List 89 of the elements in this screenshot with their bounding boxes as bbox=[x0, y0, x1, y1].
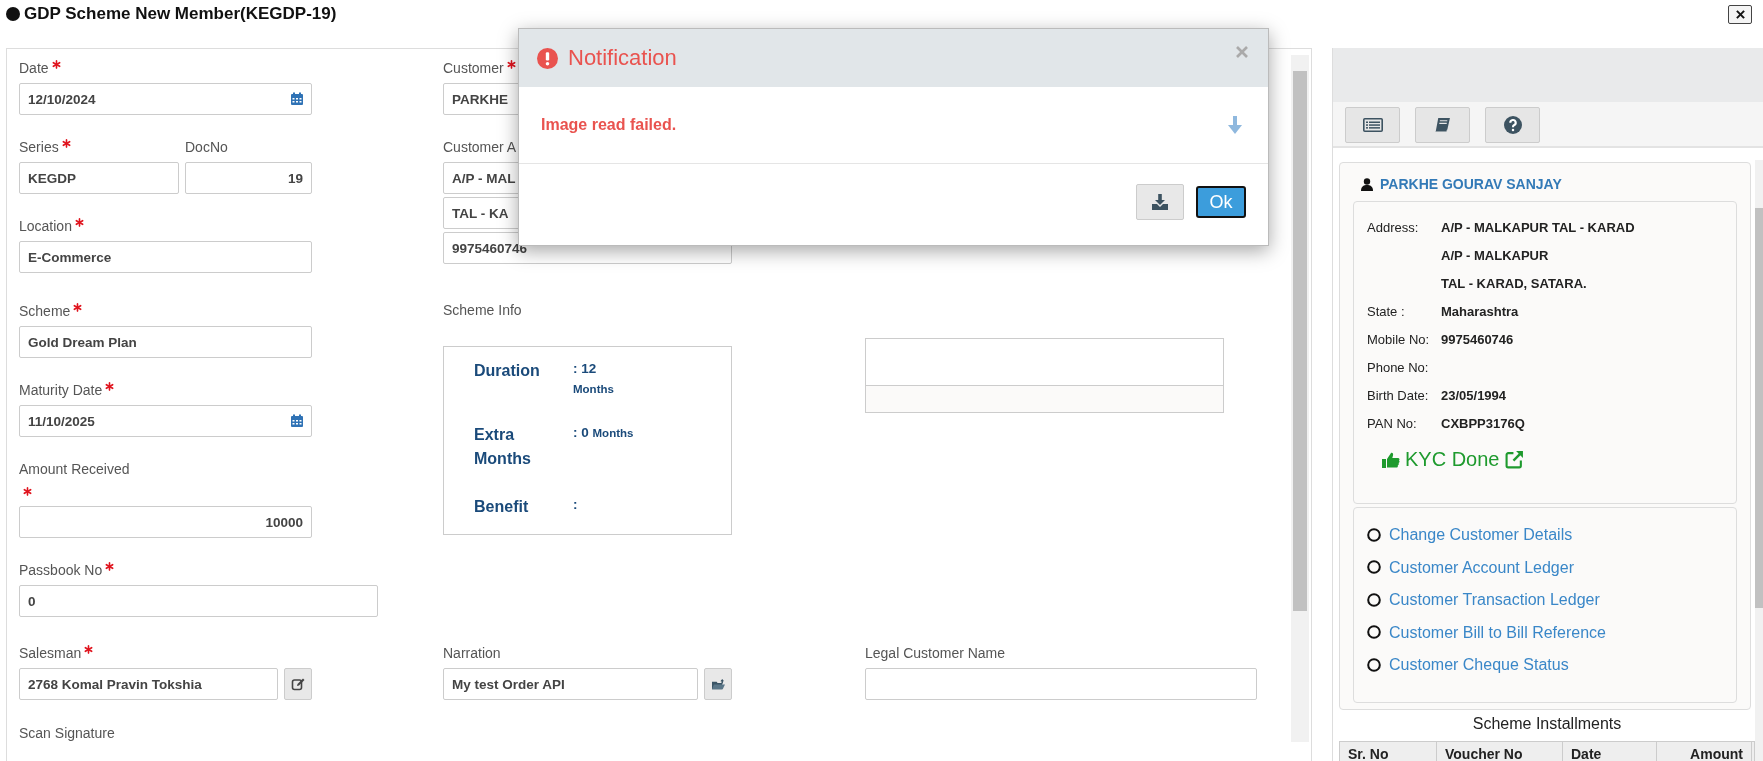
narration-field[interactable]: My test Order API bbox=[443, 668, 698, 700]
field-label: Passbook No bbox=[19, 561, 103, 580]
field-label: Customer A bbox=[443, 138, 517, 157]
customer-link[interactable]: Customer Account Ledger bbox=[1389, 554, 1574, 580]
dialog-title: Notification bbox=[568, 45, 678, 71]
folder-button[interactable] bbox=[704, 668, 732, 700]
field-label: Salesman bbox=[19, 644, 82, 663]
detail-label: Address: bbox=[1367, 219, 1420, 237]
customer-link[interactable]: Customer Bill to Bill Reference bbox=[1389, 619, 1606, 645]
book-button[interactable] bbox=[1415, 107, 1470, 143]
circle-icon bbox=[1367, 527, 1381, 542]
download-button[interactable] bbox=[1136, 184, 1184, 220]
close-button[interactable] bbox=[1728, 4, 1752, 24]
scrollbar[interactable] bbox=[1755, 160, 1763, 761]
close-icon bbox=[1236, 45, 1248, 58]
kyc-status: KYC Done bbox=[1405, 448, 1500, 471]
warning-icon bbox=[537, 47, 558, 69]
customer-link[interactable]: Customer Transaction Ledger bbox=[1389, 587, 1600, 613]
info-value: : 0 Months bbox=[573, 424, 635, 442]
edit-icon bbox=[291, 677, 305, 691]
detail-value: A/P - MALKAPUR TAL - KARAD bbox=[1441, 219, 1635, 237]
field-label: Customer bbox=[443, 59, 504, 78]
legal-name-field[interactable] bbox=[865, 668, 1257, 700]
circle-icon bbox=[1367, 625, 1381, 640]
detail-label: Mobile No: bbox=[1367, 331, 1431, 349]
field-label: Amount Received bbox=[19, 460, 130, 479]
detail-label: Birth Date: bbox=[1367, 387, 1430, 405]
scheme-field[interactable]: Gold Dream Plan bbox=[19, 326, 312, 358]
amount-field[interactable]: 10000 bbox=[19, 506, 312, 538]
salesman-field[interactable]: 2768 Komal Pravin Tokshia bbox=[19, 668, 278, 700]
list-button[interactable] bbox=[1345, 107, 1400, 143]
info-value: : bbox=[573, 496, 579, 514]
column-header: Amount bbox=[1657, 742, 1752, 761]
detail-label: Phone No: bbox=[1367, 359, 1430, 377]
series-field[interactable]: KEGDP bbox=[19, 162, 179, 194]
thumbs-up-icon bbox=[1382, 451, 1400, 468]
field-label: Narration bbox=[443, 644, 501, 663]
detail-value: 9975460746 bbox=[1441, 331, 1514, 349]
customer-link[interactable]: Change Customer Details bbox=[1389, 522, 1573, 548]
help-button[interactable] bbox=[1485, 107, 1540, 143]
maturity-date-field[interactable]: 11/10/2025 bbox=[19, 405, 312, 437]
person-icon bbox=[1361, 177, 1373, 191]
field-label: Scan Signature bbox=[19, 725, 115, 741]
book-icon bbox=[1434, 116, 1451, 134]
detail-value: CXBPP3176Q bbox=[1441, 415, 1525, 433]
circle-icon bbox=[1367, 657, 1381, 672]
error-message: Image read failed. bbox=[541, 116, 678, 134]
detail-label: State : bbox=[1367, 303, 1406, 321]
location-field[interactable]: E-Commerce bbox=[19, 241, 312, 273]
info-label: Duration bbox=[474, 361, 541, 381]
scrollbar[interactable] bbox=[1291, 55, 1309, 742]
detail-value: Maharashtra bbox=[1441, 303, 1519, 321]
date-field[interactable]: 12/10/2024 bbox=[19, 83, 312, 115]
edit-button[interactable] bbox=[284, 668, 312, 700]
customer-link[interactable]: Customer Cheque Status bbox=[1389, 652, 1569, 678]
circle-icon bbox=[1367, 592, 1381, 607]
download-icon bbox=[1152, 194, 1168, 210]
detail-value: 23/05/1994 bbox=[1441, 387, 1507, 405]
column-header: Voucher No bbox=[1437, 742, 1563, 761]
customer-name[interactable]: PARKHE GOURAV SANJAY bbox=[1380, 176, 1562, 192]
circle-icon bbox=[1367, 560, 1381, 575]
window-title: GDP Scheme New Member(KEGDP-19) bbox=[24, 4, 338, 24]
external-link-icon[interactable] bbox=[1504, 450, 1524, 469]
field-label: Legal Customer Name bbox=[865, 644, 1006, 663]
info-value: : 12 Months bbox=[573, 360, 615, 397]
info-label: Benefit bbox=[474, 497, 530, 517]
field-label: Scheme Info bbox=[443, 301, 523, 320]
column-header: Date bbox=[1563, 742, 1657, 761]
calendar-icon[interactable] bbox=[290, 414, 304, 428]
help-icon bbox=[1503, 116, 1522, 134]
close-icon bbox=[1735, 9, 1745, 19]
column-header: Sr. No bbox=[1340, 742, 1437, 761]
field-label: Scheme bbox=[19, 302, 71, 321]
field-label: Maturity Date bbox=[19, 381, 103, 400]
field-label: Series bbox=[19, 138, 59, 157]
folder-icon bbox=[710, 677, 726, 691]
passbook-field[interactable]: 0 bbox=[19, 585, 378, 617]
detail-value: TAL - KARAD, SATARA. bbox=[1441, 275, 1588, 293]
calendar-icon[interactable] bbox=[290, 92, 304, 106]
field-label: Location bbox=[19, 217, 72, 236]
doc-number-field[interactable]: 19 bbox=[185, 162, 312, 194]
section-title: Scheme Installments bbox=[1471, 715, 1623, 733]
field-label: DocNo bbox=[185, 138, 228, 157]
field-label: Date bbox=[19, 59, 49, 78]
detail-value: A/P - MALKAPUR bbox=[1441, 247, 1550, 265]
bullet-icon bbox=[6, 7, 20, 21]
detail-label: PAN No: bbox=[1367, 415, 1418, 433]
info-label: Extra Months bbox=[474, 425, 532, 469]
list-icon bbox=[1362, 118, 1383, 132]
